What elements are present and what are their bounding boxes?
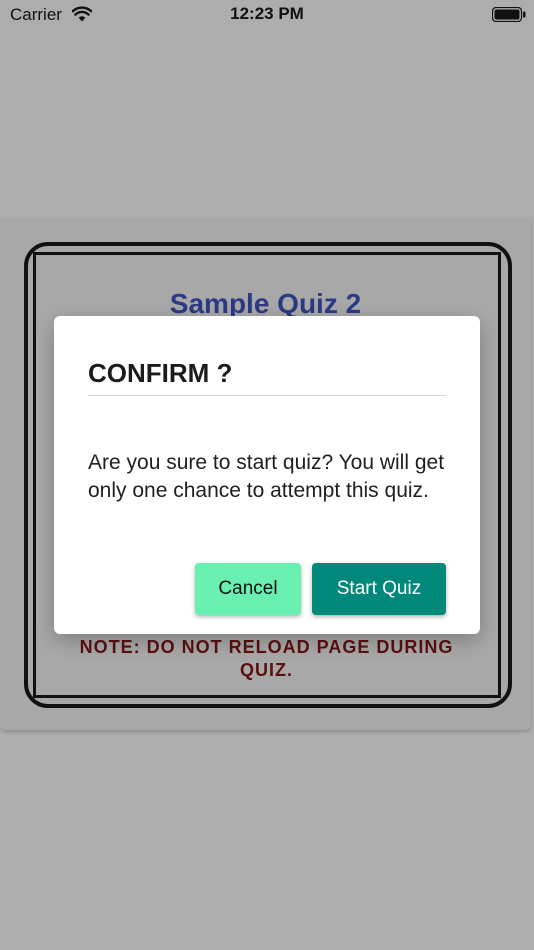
quiz-note: NOTE: DO NOT RELOAD PAGE DURING QUIZ.	[79, 637, 454, 680]
dialog-title: CONFIRM ?	[88, 358, 233, 388]
confirm-dialog: CONFIRM ? Are you sure to start quiz? Yo…	[54, 316, 480, 634]
clock-time: 12:23 PM	[230, 4, 304, 23]
dialog-message: Are you sure to start quiz? You will get…	[88, 451, 445, 502]
battery-icon	[492, 7, 526, 22]
cancel-button[interactable]: Cancel	[195, 563, 301, 615]
dialog-divider	[88, 395, 446, 396]
status-bar: Carrier 12:23 PM	[0, 0, 534, 30]
start-quiz-button[interactable]: Start Quiz	[312, 563, 446, 615]
